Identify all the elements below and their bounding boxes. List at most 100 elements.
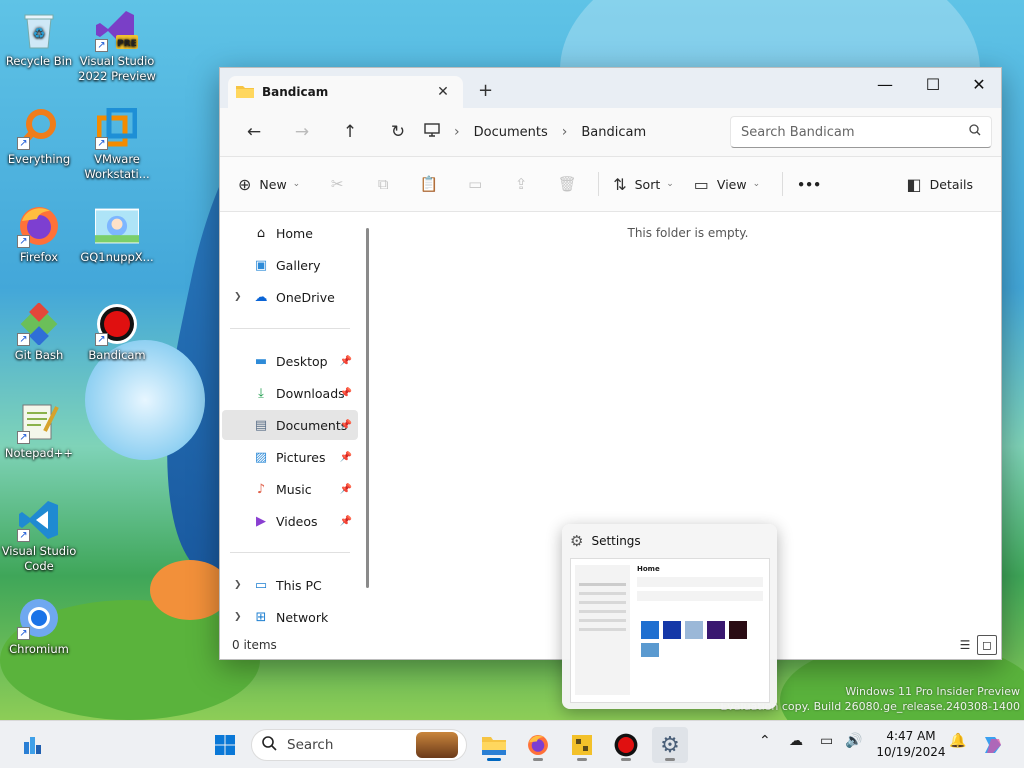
view-button[interactable]: ▭ View ⌄ xyxy=(688,168,766,200)
more-options-button[interactable]: ••• xyxy=(791,168,827,200)
details-button[interactable]: ◧ Details xyxy=(901,168,979,200)
desktop-icon-firefox[interactable]: ↗ Firefox xyxy=(0,200,78,265)
firefox-icon: ↗ xyxy=(17,204,61,248)
taskbar-search-input[interactable]: Search xyxy=(251,729,467,761)
new-tab-icon[interactable]: + xyxy=(478,80,493,101)
running-indicator xyxy=(665,758,675,761)
pin-icon[interactable]: 📌 xyxy=(340,420,352,431)
breadcrumb[interactable]: › Documents › Bandicam xyxy=(424,116,724,148)
svg-text:PRE: PRE xyxy=(117,39,137,49)
firefox-taskbar-icon[interactable] xyxy=(520,727,556,763)
copilot-icon[interactable] xyxy=(975,727,1011,763)
paste-icon[interactable]: 📋 xyxy=(406,168,452,200)
pin-icon[interactable]: 📌 xyxy=(340,484,352,495)
settings-thumbnail-preview[interactable]: ⚙ Settings Home xyxy=(562,524,777,709)
sticky-app-icon[interactable] xyxy=(564,727,600,763)
nav-item-downloads[interactable]: ⤓ Downloads 📌 xyxy=(222,378,358,408)
desktop-icon-label: Visual Studio 2022 Preview xyxy=(78,54,156,83)
videos-icon: ▶ xyxy=(256,513,266,529)
sort-button[interactable]: ⇅ Sort ⌄ xyxy=(607,168,680,200)
nav-item-music[interactable]: ♪ Music 📌 xyxy=(222,474,358,504)
large-icons-view-icon[interactable]: ◻ xyxy=(977,635,997,655)
desktop-icon-label: Everything xyxy=(7,152,71,166)
search-input[interactable]: Search Bandicam xyxy=(730,116,992,148)
minimize-button[interactable]: — xyxy=(862,68,908,100)
share-icon[interactable]: ⇪ xyxy=(498,168,544,200)
network-disconnected-icon[interactable]: ☁ xyxy=(789,733,803,749)
cut-icon[interactable]: ✂ xyxy=(314,168,360,200)
address-bar: ← → ↑ ↻ › Documents › Bandicam Search Ba… xyxy=(220,108,1001,156)
desktop-icon-recycle-bin[interactable]: ♻ Recycle Bin xyxy=(0,4,78,69)
nav-item-home[interactable]: ⌂ Home xyxy=(222,218,358,248)
breadcrumb-bandicam[interactable]: Bandicam xyxy=(581,125,646,140)
chevron-right-icon[interactable]: ❯ xyxy=(234,612,242,622)
widgets-icon[interactable] xyxy=(14,727,50,763)
thumbnail-wallpaper xyxy=(729,621,747,639)
nav-item-onedrive[interactable]: ❯ ☁ OneDrive xyxy=(222,282,358,312)
bandicam-taskbar-icon[interactable] xyxy=(608,727,644,763)
delete-icon[interactable]: 🗑 xyxy=(544,168,590,200)
this-pc-icon[interactable] xyxy=(424,123,440,141)
desktop-icon-vmware[interactable]: ↗ VMware Workstati... xyxy=(78,102,156,182)
divider xyxy=(230,328,350,329)
pin-icon[interactable]: 📌 xyxy=(340,452,352,463)
tab-bandicam[interactable]: Bandicam ✕ xyxy=(228,76,463,108)
nav-item-videos[interactable]: ▶ Videos 📌 xyxy=(222,506,358,536)
close-button[interactable]: ✕ xyxy=(956,68,1001,100)
new-button[interactable]: ⊕ New ⌄ xyxy=(232,168,306,200)
rename-icon[interactable]: ▭ xyxy=(452,168,498,200)
chevron-down-icon: ⌄ xyxy=(292,179,301,189)
settings-taskbar-icon[interactable]: ⚙ xyxy=(652,727,688,763)
desktop-icon-bandicam[interactable]: ↗ Bandicam xyxy=(78,298,156,363)
desktop-icon-git-bash[interactable]: ↗ Git Bash xyxy=(0,298,78,363)
search-icon xyxy=(262,735,277,755)
search-highlight-icon xyxy=(416,732,458,758)
forward-icon[interactable]: → xyxy=(278,116,326,148)
clock[interactable]: 4:47 AM 10/19/2024 xyxy=(876,728,946,760)
display-icon[interactable]: ▭ xyxy=(820,733,833,749)
documents-icon: ▤ xyxy=(254,417,268,433)
nav-item-pictures[interactable]: ▨ Pictures 📌 xyxy=(222,442,358,472)
download-icon: ⤓ xyxy=(258,385,264,401)
details-view-icon[interactable]: ☰ xyxy=(955,635,975,655)
show-hidden-icons-icon[interactable]: ⌃ xyxy=(759,733,771,749)
gallery-icon: ▣ xyxy=(254,257,268,273)
refresh-icon[interactable]: ↻ xyxy=(374,116,422,148)
pin-icon[interactable]: 📌 xyxy=(340,516,352,527)
nav-item-this-pc[interactable]: ❯ ▭ This PC xyxy=(222,570,358,600)
pin-icon[interactable]: 📌 xyxy=(340,356,352,367)
nav-item-gallery[interactable]: ▣ Gallery xyxy=(222,250,358,280)
desktop-icon-label: Chromium xyxy=(9,642,69,656)
file-explorer-icon[interactable] xyxy=(476,727,512,763)
desktop-icon-notepad-plus-plus[interactable]: ↗ Notepad++ xyxy=(0,396,78,461)
vmware-icon: ↗ xyxy=(95,106,139,150)
desktop-icon-everything[interactable]: ↗ Everything xyxy=(0,102,78,167)
desktop-icon-image-file[interactable]: GQ1nuppX... xyxy=(78,200,156,265)
start-icon[interactable] xyxy=(207,727,243,763)
home-icon: ⌂ xyxy=(256,225,266,241)
back-icon[interactable]: ← xyxy=(230,116,278,148)
view-icon: ▭ xyxy=(693,174,709,194)
desktop-icon-vscode[interactable]: ↗ Visual Studio Code xyxy=(0,494,78,574)
running-indicator xyxy=(487,758,501,761)
copy-icon[interactable]: ⧉ xyxy=(360,168,406,200)
recycle-bin-icon: ♻ xyxy=(17,8,61,52)
volume-icon[interactable]: 🔊 xyxy=(845,733,862,749)
maximize-button[interactable]: ☐ xyxy=(910,68,956,100)
pin-icon[interactable]: 📌 xyxy=(340,388,352,399)
breadcrumb-documents[interactable]: Documents xyxy=(474,125,548,140)
close-tab-icon[interactable]: ✕ xyxy=(431,80,455,104)
item-count: 0 items xyxy=(232,638,277,652)
nav-item-network[interactable]: ❯ ⊞ Network xyxy=(222,602,358,632)
desktop-icon-visual-studio-preview[interactable]: PRE ↗ Visual Studio 2022 Preview xyxy=(78,4,156,84)
desktop-icon-chromium[interactable]: ↗ Chromium xyxy=(0,592,78,657)
notification-bell-icon[interactable]: 🔔 xyxy=(949,733,966,749)
onedrive-icon: ☁ xyxy=(254,289,268,305)
chevron-right-icon[interactable]: ❯ xyxy=(234,580,242,590)
thumbnail-wallpaper xyxy=(685,621,703,639)
nav-item-desktop[interactable]: ▬ Desktop 📌 xyxy=(222,346,358,376)
up-icon[interactable]: ↑ xyxy=(326,116,374,148)
nav-scrollbar[interactable] xyxy=(366,228,369,588)
chevron-right-icon[interactable]: ❯ xyxy=(234,292,242,302)
nav-item-documents[interactable]: ▤ Documents 📌 xyxy=(222,410,358,440)
